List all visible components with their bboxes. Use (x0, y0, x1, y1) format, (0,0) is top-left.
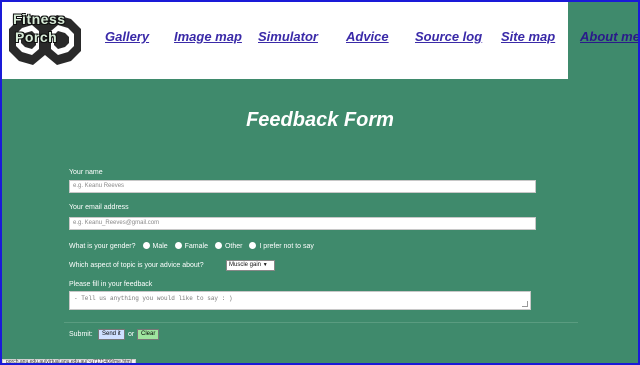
nav-gallery-link[interactable]: Gallery (105, 29, 149, 44)
resize-grip-icon[interactable] (522, 301, 528, 307)
feedback-textarea[interactable]: - Tell us anything you would like to say… (69, 291, 531, 310)
gender-option-male: Male (152, 243, 168, 250)
name-label: Your name (69, 169, 103, 176)
name-input[interactable]: e.g. Keanu Reeves (69, 180, 536, 193)
topic-select[interactable]: Muscle gain ▼ (226, 260, 275, 271)
gender-radio-male[interactable] (142, 242, 150, 249)
logo-line-2: Porch (15, 29, 58, 45)
feedback-label: Please fill in your feedback (69, 281, 153, 288)
gender-option-prefer-not: I prefer not to say (259, 243, 314, 250)
gender-radio-female[interactable] (174, 242, 182, 249)
form-divider (64, 322, 578, 323)
gender-row: What is your gender? Male Famale Other I… (69, 242, 314, 250)
nav-about-me-tab[interactable]: About me (568, 2, 640, 79)
feedback-placeholder: - Tell us anything you would like to say… (74, 295, 233, 302)
submit-label: Submit: (69, 331, 93, 338)
topic-selected-value: Muscle gain (229, 262, 262, 268)
or-text: or (128, 331, 135, 338)
gender-option-other: Other (224, 243, 243, 250)
fitness-porch-logo[interactable]: Fitness Porch (5, 7, 85, 73)
nav-image-map-link[interactable]: Image map (174, 29, 242, 44)
form-title: Feedback Form (246, 109, 394, 131)
nav-site-map-link[interactable]: Site map (501, 29, 555, 44)
nav-advice-link[interactable]: Advice (346, 29, 389, 44)
send-button[interactable]: Send it (98, 329, 125, 340)
nav-simulator-link[interactable]: Simulator (258, 29, 318, 44)
chevron-down-icon: ▼ (262, 262, 268, 268)
topic-label: Which aspect of topic is your advice abo… (69, 262, 204, 269)
gender-option-female: Famale (184, 243, 208, 250)
clear-button[interactable]: Clear (137, 329, 160, 340)
gender-radio-prefer-not[interactable] (249, 242, 257, 249)
site-header: Fitness Porch Gallery Image map Simulato… (2, 2, 640, 79)
status-bar-url: porch.anu.edu.au/virtual.anu.edu.au/~u71… (2, 359, 136, 365)
nav-about-me-link[interactable]: About me (580, 29, 640, 44)
nav-source-log-link[interactable]: Source log (415, 29, 482, 44)
logo-line-1: Fitness (13, 11, 66, 27)
gender-label: What is your gender? (69, 243, 136, 250)
email-label: Your email address (69, 204, 129, 211)
email-input[interactable]: e.g. Keanu_Reeves@gmail.com (69, 217, 536, 230)
gender-radio-other[interactable] (214, 242, 222, 249)
